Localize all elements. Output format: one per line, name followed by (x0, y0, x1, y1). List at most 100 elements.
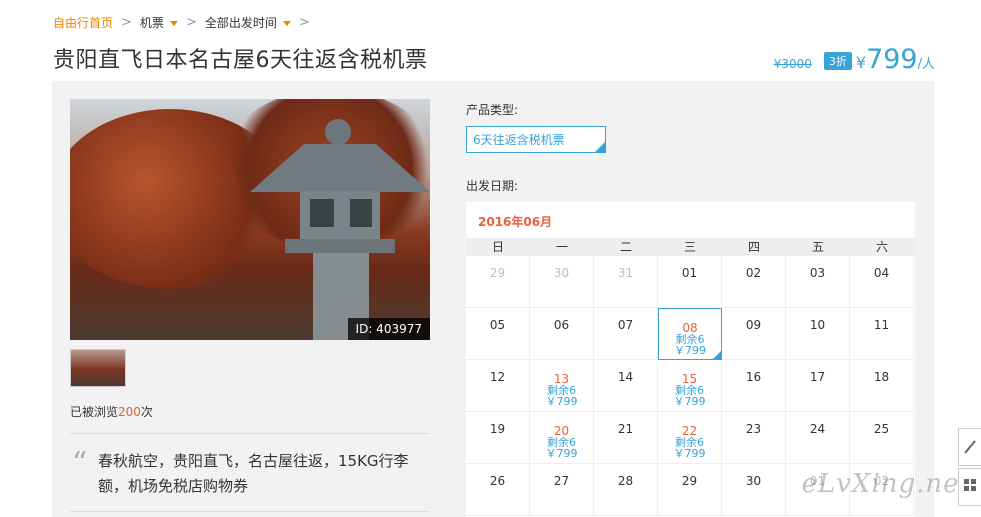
product-type-label: 产品类型: (466, 103, 519, 117)
page-title: 贵阳直飞日本名古屋6天往返含税机票 (53, 48, 428, 73)
calendar-week-row: 29 30 31 01 02 03 04 (466, 256, 915, 308)
calendar-day: 01 (658, 256, 722, 308)
day-price: ￥799 (545, 447, 578, 460)
calendar-day: 30 (530, 256, 594, 308)
calendar-day: 02 (722, 256, 786, 308)
day-number: 30 (745, 474, 762, 488)
calendar-day: 04 (850, 256, 914, 308)
calendar-day: 16 (722, 360, 786, 412)
side-grid-button[interactable] (958, 468, 981, 506)
day-number: 12 (489, 370, 506, 384)
weekday-label: 二 (619, 240, 632, 254)
photo-thumbnail[interactable] (70, 349, 126, 387)
breadcrumb-separator: > (298, 15, 310, 30)
calendar-day: 19 (466, 412, 530, 464)
calendar-day: 09 (722, 308, 786, 360)
calendar-week-row: 19 20 剩余6 ￥799 21 22 剩余6 ￥799 23 24 25 (466, 412, 915, 464)
side-edit-button[interactable] (958, 428, 981, 466)
calendar-day: 17 (786, 360, 850, 412)
day-number: 24 (809, 422, 826, 436)
day-number: 14 (617, 370, 634, 384)
calendar-day: 12 (466, 360, 530, 412)
view-count-number: 200 (118, 405, 141, 419)
breadcrumb-date-filter-label: 全部出发时间 (204, 16, 277, 30)
calendar-day: 06 (530, 308, 594, 360)
breadcrumb-separator: > (185, 15, 197, 30)
divider (70, 433, 430, 434)
view-count: 已被浏览200次 (70, 403, 153, 420)
day-number: 18 (873, 370, 890, 384)
breadcrumb-category-label: 机票 (139, 16, 164, 30)
calendar-day: 11 (850, 308, 914, 360)
breadcrumb-separator: > (121, 15, 132, 30)
day-number: 04 (873, 266, 890, 280)
calendar-day: 31 (594, 256, 658, 308)
calendar-day: 21 (594, 412, 658, 464)
product-type-option[interactable]: 6天往返含税机票 (466, 126, 606, 153)
calendar-weekday-header: 日一二三四五六 (466, 238, 915, 256)
weekday-label: 日 (491, 240, 504, 254)
calendar-day: 29 (466, 256, 530, 308)
day-number: 28 (617, 474, 634, 488)
calendar-day: 25 (850, 412, 914, 464)
weekday-label: 一 (555, 240, 568, 254)
day-number: 31 (617, 266, 634, 280)
calendar-day-available[interactable]: 13 剩余6 ￥799 (530, 360, 594, 412)
day-price: ￥799 (674, 344, 706, 357)
calendar-day: 30 (722, 464, 786, 516)
current-price: 799 (866, 44, 918, 75)
breadcrumb-home-link[interactable]: 自由行首页 (53, 14, 113, 31)
day-number: 29 (489, 266, 506, 280)
view-count-suffix: 次 (140, 405, 153, 419)
weekday-label: 六 (875, 240, 888, 254)
calendar-day-available[interactable]: 20 剩余6 ￥799 (530, 412, 594, 464)
day-number: 29 (681, 474, 698, 488)
day-price: ￥799 (673, 447, 706, 460)
day-price: ￥799 (673, 395, 706, 408)
calendar-day-available[interactable]: 15 剩余6 ￥799 (658, 360, 722, 412)
price-summary: ¥3000 3折 ¥ 799 /人 (774, 44, 935, 75)
lantern-base (285, 239, 395, 253)
discount-badge: 3折 (823, 52, 852, 70)
currency-symbol: ¥ (855, 53, 867, 72)
day-number: 25 (873, 422, 890, 436)
departure-date-label: 出发日期: (466, 179, 519, 193)
day-number: 30 (553, 266, 570, 280)
breadcrumb-date-filter-dropdown[interactable]: 全部出发时间 (205, 14, 291, 31)
selected-check-icon (595, 142, 605, 152)
calendar-day: 27 (530, 464, 594, 516)
product-panel: ID: 403977 已被浏览200次 “ 春秋航空，贵阳直飞，名古屋往返，15… (52, 81, 934, 517)
calendar-day: 10 (786, 308, 850, 360)
calendar-day: 05 (466, 308, 530, 360)
day-number: 26 (489, 474, 506, 488)
calendar-day: 23 (722, 412, 786, 464)
calendar-day: 07 (594, 308, 658, 360)
day-number: 03 (809, 266, 826, 280)
day-number: 09 (745, 318, 762, 332)
view-count-prefix: 已被浏览 (70, 405, 119, 419)
day-number: 07 (617, 318, 634, 332)
main-photo[interactable]: ID: 403977 (70, 99, 430, 340)
day-number: 23 (745, 422, 762, 436)
lantern-finial (325, 119, 351, 145)
calendar-week-row: 05 06 07 08 剩余6 ￥799 09 10 11 (466, 308, 915, 360)
day-number: 06 (553, 318, 570, 332)
caret-down-icon (282, 21, 291, 26)
day-number: 10 (809, 318, 826, 332)
selected-check-icon (713, 351, 721, 359)
day-number: 21 (617, 422, 634, 436)
day-price: ￥799 (545, 395, 578, 408)
calendar-day: 03 (786, 256, 850, 308)
lantern-window (350, 199, 372, 227)
calendar-day-available[interactable]: 08 剩余6 ￥799 (658, 308, 722, 360)
original-price: ¥3000 (773, 57, 812, 71)
site-watermark: eLvXing.net (801, 469, 971, 499)
weekday-label: 四 (747, 240, 760, 254)
product-type-value: 6天往返含税机票 (473, 133, 565, 147)
breadcrumb: 自由行首页 > 机票 > 全部出发时间 > (53, 14, 318, 31)
calendar-day-available[interactable]: 22 剩余6 ￥799 (658, 412, 722, 464)
grid-icon (964, 479, 976, 491)
breadcrumb-category-dropdown[interactable]: 机票 (140, 14, 178, 31)
calendar-day: 18 (850, 360, 914, 412)
calendar-week-row: 12 13 剩余6 ￥799 14 15 剩余6 ￥799 16 17 18 (466, 360, 915, 412)
